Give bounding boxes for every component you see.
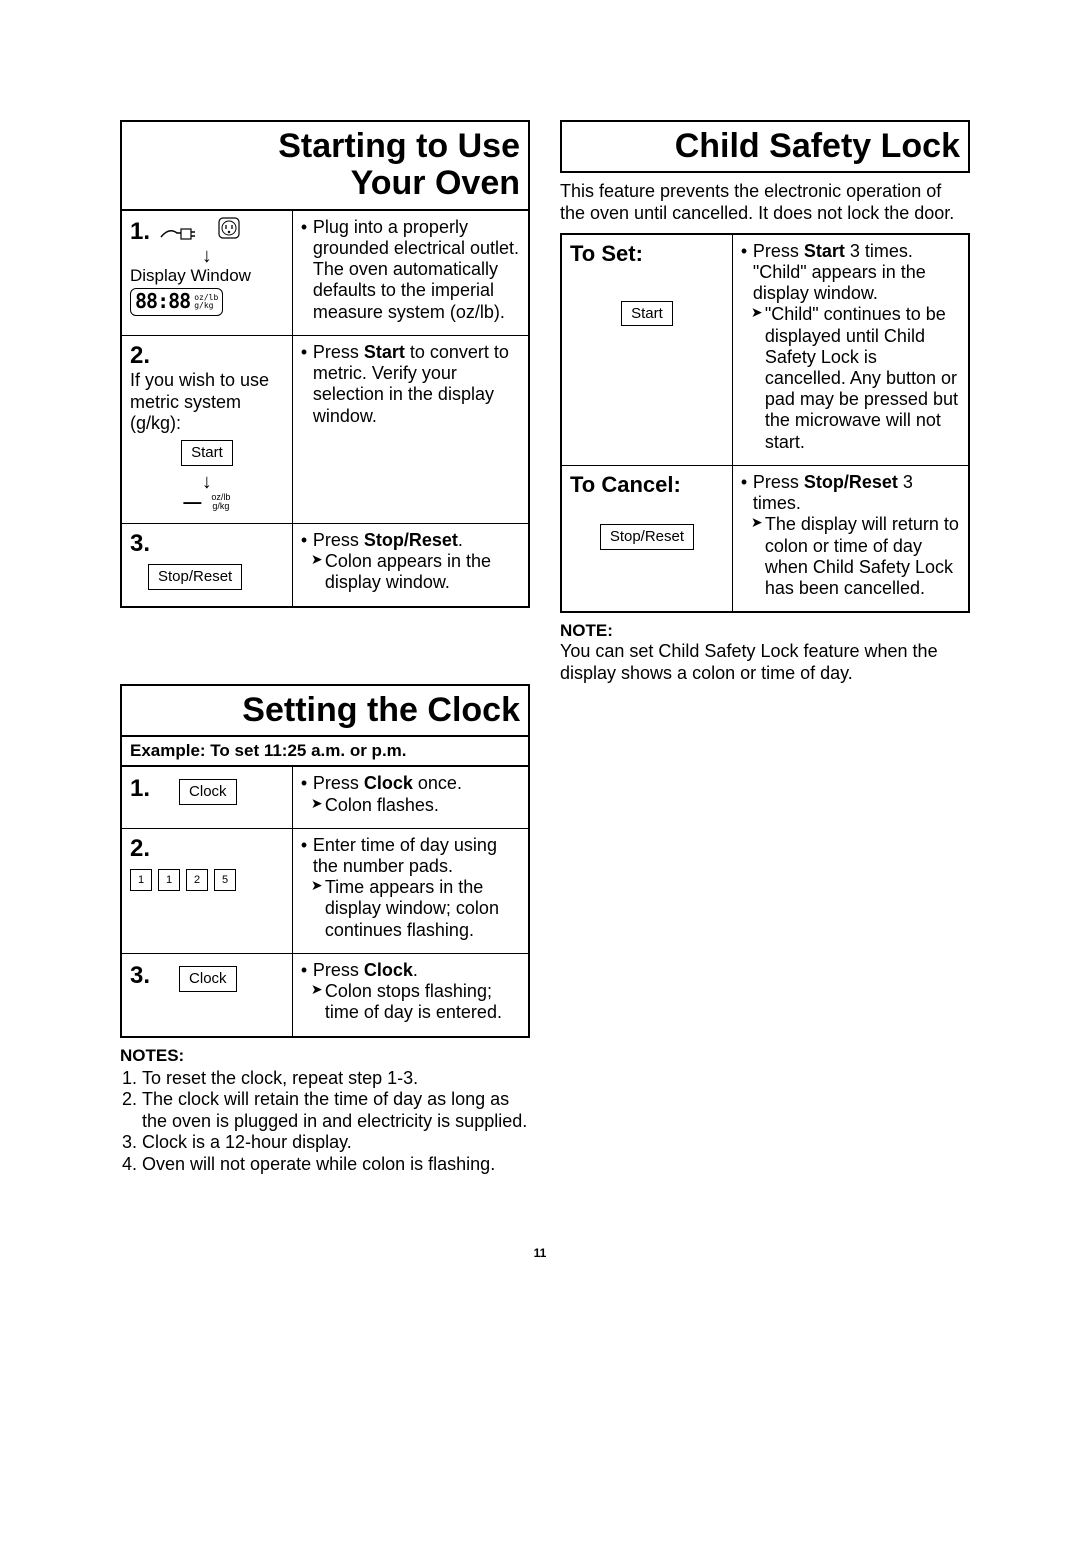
- list-item: The clock will retain the time of day as…: [142, 1089, 530, 1132]
- numpad-row: 1 1 2 5: [130, 869, 236, 891]
- text: Plug into a properly grounded electrical…: [313, 217, 519, 258]
- title-line2: Your Oven: [351, 164, 520, 202]
- sub-instruction: Colon flashes.: [313, 795, 520, 816]
- display-window-label: Display Window: [130, 266, 284, 286]
- unit-gkg: g/kg: [211, 502, 230, 511]
- text: The oven automatically defaults to the i…: [313, 259, 520, 323]
- list-item: Clock is a 12-hour display.: [142, 1132, 530, 1154]
- note-label: NOTE:: [560, 621, 970, 641]
- instruction-text: Plug into a properly grounded electrical…: [301, 217, 520, 323]
- plug-icon: [159, 223, 218, 243]
- table-row: 1. Clock Press Clock once. Colon flashes…: [121, 767, 529, 828]
- instruction-text: Press Start 3 times. "Child" appears in …: [741, 241, 960, 453]
- text: Press: [313, 960, 364, 980]
- childlock-table: To Set: Start Press Start 3 times. "Chil…: [560, 233, 970, 614]
- clock-notes-list: To reset the clock, repeat step 1-3. The…: [120, 1068, 530, 1176]
- text: Enter time of day using the number pads.: [313, 835, 497, 876]
- text-bold: Start: [364, 342, 405, 362]
- start-button-icon: Start: [621, 301, 673, 327]
- stop-reset-button-icon: Stop/Reset: [148, 564, 242, 590]
- clock-button-icon: Clock: [179, 966, 237, 992]
- arrow-down-icon: ↓: [130, 472, 284, 492]
- step-number: 3.: [130, 962, 150, 989]
- clock-button-icon: Clock: [179, 779, 237, 805]
- numpad-key: 2: [186, 869, 208, 891]
- text: .: [458, 530, 463, 550]
- instruction-text: Press Clock once. Colon flashes.: [301, 773, 520, 815]
- sub-instruction: Colon stops flashing; time of day is ent…: [313, 981, 520, 1023]
- instruction-text: Press Stop/Reset. Colon appears in the d…: [301, 530, 520, 594]
- left-column: Starting to Use Your Oven 1.: [120, 120, 530, 1176]
- step-number: 1.: [130, 775, 150, 802]
- clock-steps-table: 1. Clock Press Clock once. Colon flashes…: [120, 767, 530, 1037]
- text-bold: Clock: [364, 773, 413, 793]
- step-number: 1.: [130, 218, 150, 245]
- stop-reset-button-icon: Stop/Reset: [600, 524, 694, 550]
- numpad-key: 5: [214, 869, 236, 891]
- list-item: Oven will not operate while colon is fla…: [142, 1154, 530, 1176]
- table-row: 2. 1 1 2 5 Enter time of day using the n…: [121, 828, 529, 953]
- instruction-text: Enter time of day using the number pads.…: [301, 835, 520, 941]
- page-number: 11: [0, 1246, 1080, 1260]
- text-bold: Start: [804, 241, 845, 261]
- childlock-note: You can set Child Safety Lock feature wh…: [560, 641, 970, 684]
- arrow-down-icon: ↓: [130, 246, 284, 266]
- to-cancel-label: To Cancel:: [570, 472, 724, 498]
- section-child-lock: Child Safety Lock This feature prevents …: [560, 120, 970, 685]
- unit-gkg: g/kg: [194, 302, 218, 310]
- instruction-text: Press Start to convert to metric. Verify…: [301, 342, 520, 427]
- childlock-intro: This feature prevents the electronic ope…: [560, 181, 970, 224]
- step2-lead: If you wish to use metric system (g/kg):: [130, 370, 284, 434]
- step-number: 2.: [130, 342, 150, 369]
- numpad-key: 1: [158, 869, 180, 891]
- text: Press: [313, 773, 364, 793]
- text: once.: [413, 773, 462, 793]
- instruction-text: Press Stop/Reset 3 times. The display wi…: [741, 472, 960, 599]
- text-bold: Stop/Reset: [804, 472, 898, 492]
- manual-page: Starting to Use Your Oven 1.: [0, 0, 1080, 1216]
- step-number: 3.: [130, 530, 150, 557]
- right-column: Child Safety Lock This feature prevents …: [560, 120, 970, 1176]
- numpad-key: 1: [130, 869, 152, 891]
- to-set-label: To Set:: [570, 241, 724, 267]
- text-bold: Clock: [364, 960, 413, 980]
- section-title-clock: Setting the Clock: [120, 684, 530, 737]
- table-row: 1.: [121, 211, 529, 336]
- display-value: 88:88: [135, 290, 190, 314]
- section-title-starting: Starting to Use Your Oven: [120, 120, 530, 211]
- text: Press: [753, 241, 804, 261]
- step-number: 2.: [130, 835, 150, 862]
- table-row: 2. If you wish to use metric system (g/k…: [121, 335, 529, 523]
- sub-instruction: Time appears in the display window; colo…: [313, 877, 520, 941]
- text: Press: [313, 530, 364, 550]
- section-title-childlock: Child Safety Lock: [560, 120, 970, 173]
- section-clock: Setting the Clock Example: To set 11:25 …: [120, 684, 530, 1176]
- sub-instruction: The display will return to colon or time…: [753, 514, 960, 599]
- sub-instruction: Colon appears in the display window.: [313, 551, 520, 593]
- sub-instruction: "Child" continues to be displayed until …: [753, 304, 960, 453]
- table-row: 3. Stop/Reset Press Stop/Reset. Colon ap…: [121, 523, 529, 607]
- text: Press: [753, 472, 804, 492]
- list-item: To reset the clock, repeat step 1-3.: [142, 1068, 530, 1090]
- start-button-icon: Start: [181, 440, 233, 466]
- instruction-text: Press Clock. Colon stops flashing; time …: [301, 960, 520, 1024]
- outlet-icon: [218, 223, 240, 243]
- text-bold: Stop/Reset: [364, 530, 458, 550]
- dash-icon: —: [183, 492, 201, 513]
- clock-example-bar: Example: To set 11:25 a.m. or p.m.: [120, 737, 530, 767]
- text: .: [413, 960, 418, 980]
- table-row: To Set: Start Press Start 3 times. "Chil…: [561, 234, 969, 466]
- display-window-icon: 88:88 oz/lb g/kg: [130, 288, 223, 316]
- table-row: 3. Clock Press Clock. Colon stops flashi…: [121, 953, 529, 1036]
- notes-label: NOTES:: [120, 1046, 530, 1066]
- table-row: To Cancel: Stop/Reset Press Stop/Reset 3…: [561, 465, 969, 612]
- starting-steps-table: 1.: [120, 211, 530, 608]
- text: Press: [313, 342, 364, 362]
- title-line1: Starting to Use: [278, 127, 520, 165]
- section-starting: Starting to Use Your Oven 1.: [120, 120, 530, 608]
